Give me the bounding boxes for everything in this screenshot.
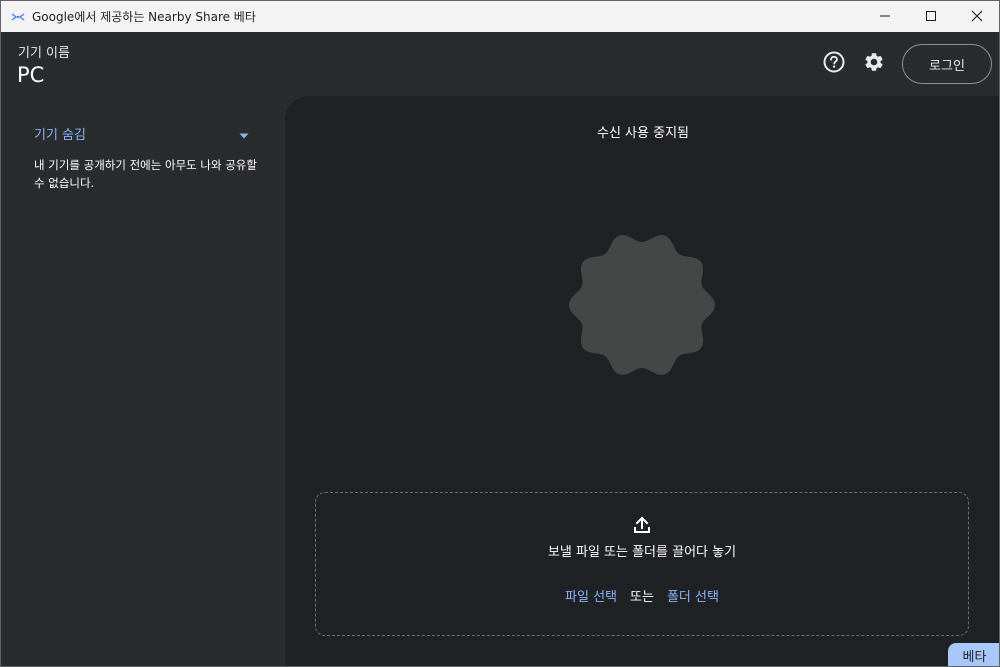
upload-icon	[632, 515, 652, 535]
settings-button[interactable]	[862, 52, 886, 76]
login-button[interactable]: 로그인	[902, 44, 992, 84]
select-folder-link[interactable]: 폴더 선택	[667, 586, 719, 605]
dropdown-arrow-icon	[239, 124, 249, 143]
minimize-button[interactable]	[862, 1, 908, 32]
file-drop-zone[interactable]: 보낼 파일 또는 폴더를 끌어다 놓기 파일 선택 또는 폴더 선택	[315, 492, 969, 636]
receive-status-text: 수신 사용 중지됨	[597, 126, 689, 141]
beta-badge: 베타	[948, 643, 999, 666]
sidebar: 기기 숨김 내 기기를 공개하기 전에는 아무도 나와 공유할 수 없습니다.	[1, 96, 285, 666]
device-visibility-dropdown[interactable]: 기기 숨김	[34, 123, 249, 143]
select-files-link[interactable]: 파일 선택	[565, 586, 617, 605]
maximize-button[interactable]	[908, 1, 954, 32]
help-button[interactable]	[822, 51, 846, 77]
main-panel: 수신 사용 중지됨 보낼 파일 또는 폴더를 끌어다 놓기 파일 선택 또는 폴…	[285, 96, 999, 666]
title-bar: Google에서 제공하는 Nearby Share 베타	[1, 1, 999, 32]
gear-icon	[863, 51, 885, 77]
help-circle-icon	[823, 51, 845, 77]
minimize-icon	[879, 7, 891, 26]
window-title: Google에서 제공하는 Nearby Share 베타	[32, 10, 256, 24]
device-blob-illustration	[569, 235, 715, 375]
device-name-caption: 기기 이름	[18, 46, 70, 61]
drop-actions: 파일 선택 또는 폴더 선택	[316, 586, 968, 605]
app-window: Google에서 제공하는 Nearby Share 베타 기기 이름 PC 로…	[0, 0, 1000, 667]
close-icon	[971, 7, 983, 26]
close-button[interactable]	[954, 1, 999, 32]
nearby-share-icon	[10, 9, 26, 25]
device-visibility-description: 내 기기를 공개하기 전에는 아무도 나와 공유할 수 없습니다.	[34, 158, 257, 190]
or-text: 또는	[630, 590, 654, 605]
maximize-icon	[925, 7, 937, 26]
drop-instructions: 보낼 파일 또는 폴더를 끌어다 놓기	[547, 545, 737, 560]
device-name: PC	[17, 63, 45, 87]
app-header: 기기 이름 PC 로그인	[1, 32, 999, 96]
device-visibility-label: 기기 숨김	[34, 127, 86, 143]
